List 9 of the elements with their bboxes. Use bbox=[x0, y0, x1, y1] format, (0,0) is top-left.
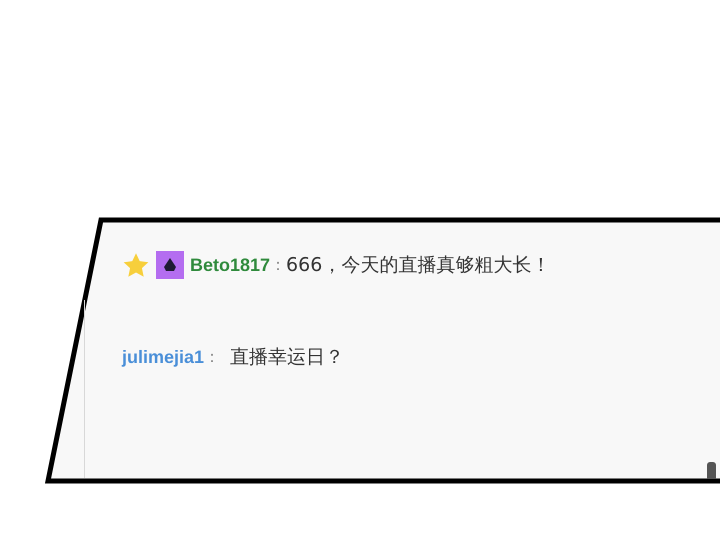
message-text: 直播幸运日？ bbox=[230, 344, 344, 370]
colon: ： bbox=[270, 254, 286, 276]
username[interactable]: julimejia1 bbox=[122, 344, 204, 370]
badge-icon bbox=[156, 251, 184, 279]
star-icon bbox=[122, 252, 150, 278]
colon: ： bbox=[204, 346, 220, 368]
username[interactable]: Beto1817 bbox=[190, 252, 270, 278]
message-text: 666，今天的直播真够粗大长！ bbox=[286, 252, 550, 278]
scrollbar-thumb[interactable] bbox=[707, 462, 716, 479]
